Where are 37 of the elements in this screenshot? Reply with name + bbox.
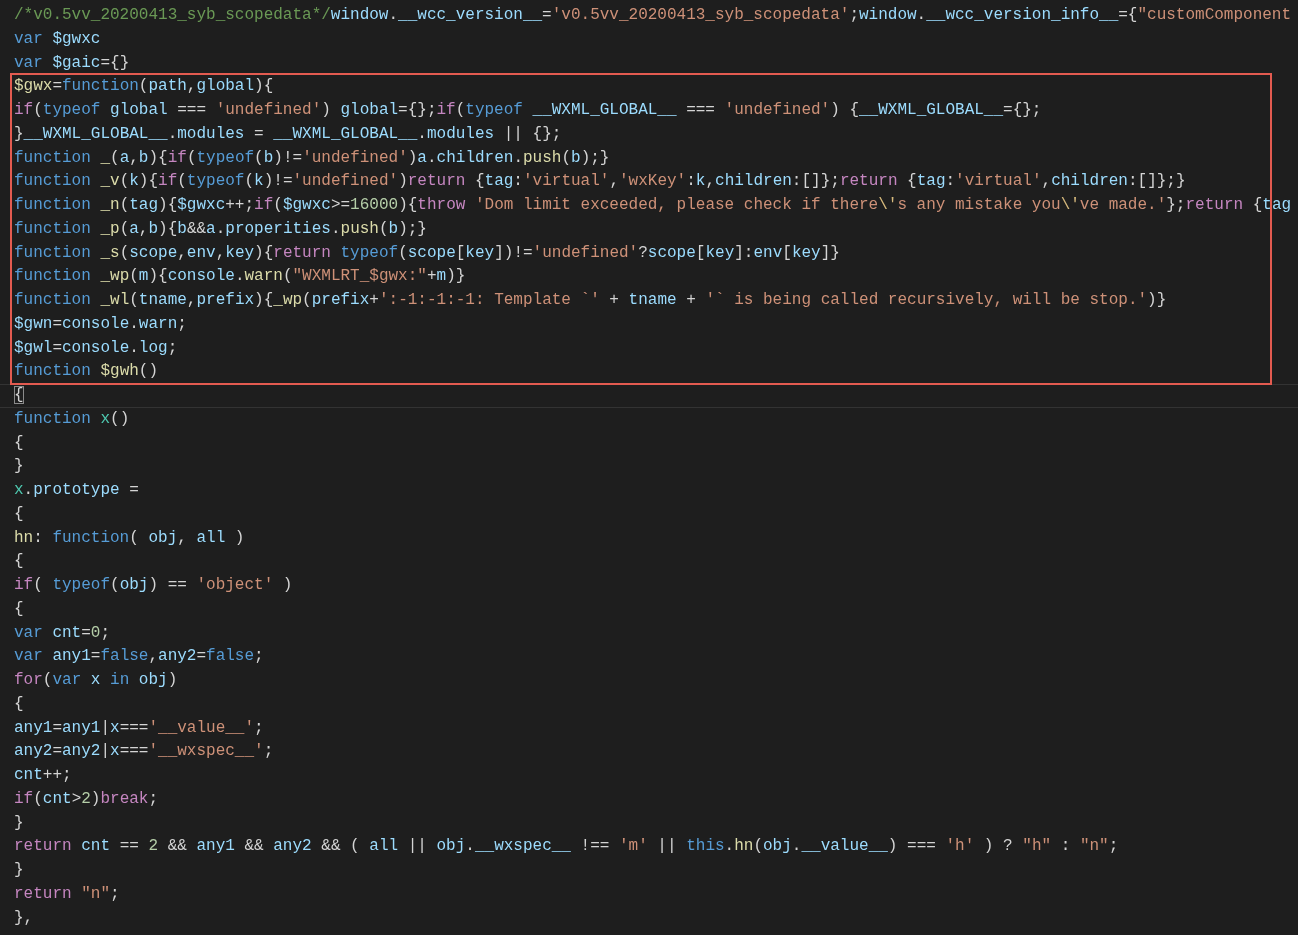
code-line: $gwl=console.log; (14, 337, 178, 359)
code-line: any2=any2|x==='__wxspec__'; (14, 741, 274, 763)
code-line: if( typeof(obj) == 'object' ) (14, 575, 293, 596)
code-line: if(cnt>2)break; (14, 788, 159, 810)
code-line: } (14, 860, 24, 881)
code-line: any1=any1|x==='__value__'; (14, 717, 264, 739)
code-line: /*v0.5vv_20200413_syb_scopedata*/window.__wcc_version__='v0.5vv_20200413_syb_scopedata';window.__wcc_version_info__={"customComponent (14, 5, 1292, 26)
code-line: for(var x in obj) (14, 670, 178, 691)
code-line: var cnt=0; (14, 622, 111, 644)
code-line: var any1=false,any2=false; (14, 646, 264, 668)
code-line: var $gaic={} (14, 52, 130, 74)
code-line: function _wl(tname,prefix){_wp(prefix+':-1:-1:-1: Template `' + tname + '` is being called recursively, will be stop.')} (14, 290, 1167, 311)
code-line: } (14, 456, 24, 478)
code-line: } (14, 812, 24, 834)
code-line: { (14, 598, 24, 620)
code-line: var $gwxc (14, 28, 101, 50)
code-line: function x() (14, 408, 130, 430)
code-line: hn: function( obj, all ) (14, 527, 245, 549)
code-line: { (14, 551, 24, 573)
code-line: if(typeof global === 'undefined') global={};if(typeof __WXML_GLOBAL__ === 'undefined') {__WXML_GLOBAL__={}; (14, 100, 1042, 121)
code-line: x.prototype = (14, 480, 139, 501)
code-line: $gwn=console.warn; (14, 313, 187, 335)
code-line: function _p(a,b){b&&a.properities.push(b);} (14, 218, 427, 240)
code-line: { (14, 432, 24, 454)
code-line: return cnt == 2 && any1 && any2 && ( all || obj.__wxspec__ !== 'm' || this.hn(obj.__value__) === 'h' ) ? "h" : "n"; (14, 836, 1119, 858)
code-line: function _s(scope,env,key){return typeof(scope[key])!='undefined'?scope[key]:env[key]} (14, 242, 840, 264)
code-line: cnt++; (14, 765, 72, 786)
code-line: function _wp(m){console.warn("WXMLRT_$gwx:"+m)} (14, 266, 466, 288)
code-line: function _(a,b){if(typeof(b)!='undefined')a.children.push(b);} (14, 147, 610, 169)
code-line: }__WXML_GLOBAL__.modules = __WXML_GLOBAL__.modules || {}; (14, 123, 562, 145)
code-line: $gwx=function(path,global){ (14, 76, 274, 98)
code-line: { (14, 503, 24, 525)
code-line: { (14, 693, 24, 715)
code-line: }, (14, 907, 34, 929)
code-line: function $gwh() (14, 361, 159, 383)
code-line: return "n"; (14, 883, 120, 905)
code-line: function _v(k){if(typeof(k)!='undefined')return {tag:'virtual','wxKey':k,children:[]};return {tag:'virtual',children:[]};} (14, 171, 1186, 193)
